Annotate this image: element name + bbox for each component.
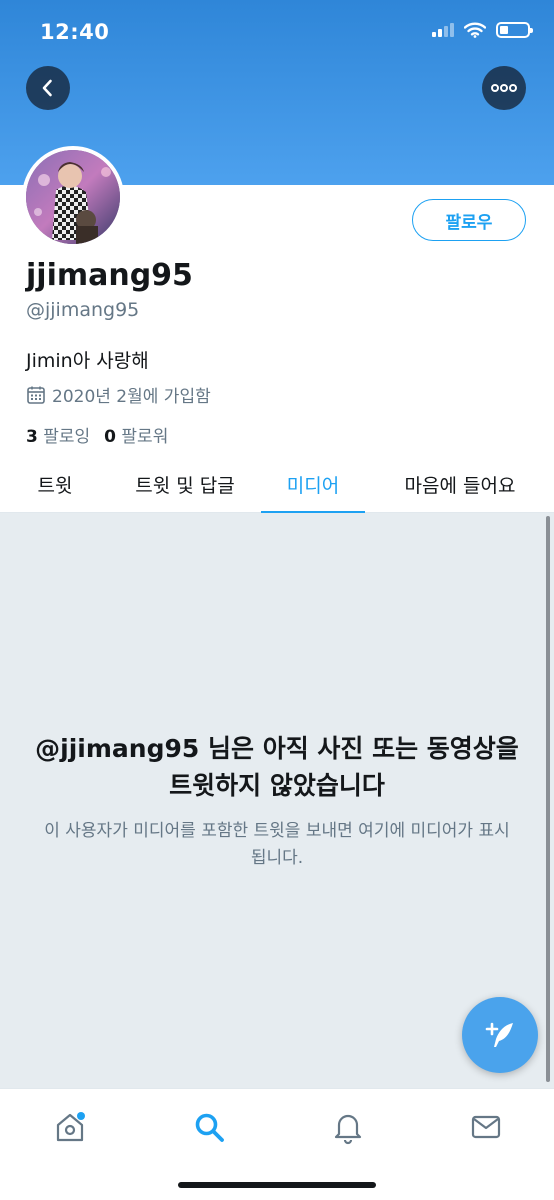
avatar-image [26,150,120,244]
mail-icon [471,1115,501,1139]
joined-date-row: 2020년 2월에 가입함 [26,382,211,407]
display-name: jjimang95 [26,258,193,293]
back-button[interactable] [26,66,70,110]
home-indicator[interactable] [178,1182,376,1188]
followers-stat[interactable]: 0 팔로워 [104,422,168,447]
chevron-left-icon [42,79,52,97]
follow-stats: 3 팔로잉 0 팔로워 [26,422,168,447]
profile-bio: Jimin아 사랑해 [26,350,149,372]
wifi-icon [464,22,486,38]
profile-avatar[interactable] [22,146,124,248]
tab-tweets-replies[interactable]: 트윗 및 답글 [110,455,260,513]
compose-feather-icon [485,1022,513,1047]
followers-label: 팔로워 [121,427,169,447]
bell-icon [334,1114,362,1145]
joined-date-text: 2020년 2월에 가입함 [52,387,211,407]
followers-count: 0 [104,427,117,447]
cellular-signal-icon [432,23,454,37]
following-label: 팔로잉 [43,427,91,447]
profile-tabs: 트윗 트윗 및 답글 미디어 마음에 들어요 [0,455,554,514]
status-bar: 12:40 [0,0,554,64]
empty-state-subtitle: 이 사용자가 미디어를 포함한 트윗을 보내면 여기에 미디어가 표시됩니다. [44,821,510,868]
more-options-button[interactable] [482,66,526,110]
more-horizontal-icon [491,84,517,92]
following-stat[interactable]: 3 팔로잉 [26,422,90,447]
compose-tweet-button[interactable] [462,997,538,1073]
tab-tweets[interactable]: 트윗 [0,455,110,513]
calendar-icon [27,386,45,404]
scrollbar[interactable] [546,516,550,1082]
battery-icon [496,22,533,38]
nav-search[interactable] [189,1107,229,1147]
search-icon [195,1113,224,1142]
nav-notifications[interactable] [328,1107,368,1147]
following-count: 3 [26,427,38,447]
home-icon [56,1112,85,1142]
profile-handle: @jjimang95 [26,299,140,321]
tab-likes[interactable]: 마음에 들어요 [380,455,540,513]
status-icons [432,22,533,38]
tab-media[interactable]: 미디어 [261,455,365,514]
status-time: 12:40 [40,20,110,44]
follow-button[interactable]: 팔로우 [412,199,526,241]
nav-home[interactable] [50,1107,90,1147]
empty-state-title: @jjimang95 님은 아직 사진 또는 동영상을 트윗하지 않았습니다 [35,734,519,800]
nav-messages[interactable] [466,1107,506,1147]
